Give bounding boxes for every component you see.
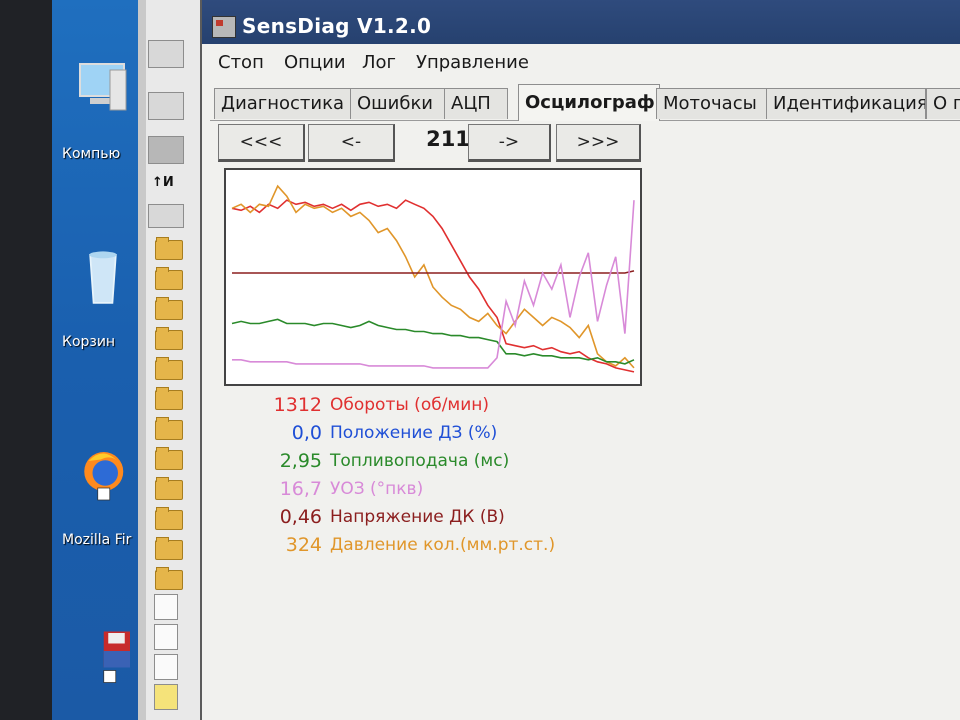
folder-icon[interactable] <box>155 387 183 410</box>
next-frame-button[interactable]: -> <box>468 124 551 162</box>
trace-line-1 <box>231 184 635 369</box>
legend-label: Положение ДЗ (%) <box>330 423 498 443</box>
legend-row-pressure: 324 Давление кол.(мм.рт.ст.) <box>246 534 646 560</box>
window-title: SensDiag V1.2.0 <box>242 14 432 38</box>
legend-label: Топливоподача (мс) <box>330 451 510 471</box>
legend-row-ignition: 16,7 УОЗ (°пкв) <box>246 478 646 504</box>
tab-oscilloscope[interactable]: Осцилограф <box>518 84 660 121</box>
legend-label: Обороты (об/мин) <box>330 395 490 415</box>
folder-icon[interactable] <box>155 447 183 470</box>
tab-bar: Диагностика Ошибки АЦП Осцилограф Моточа… <box>210 84 960 121</box>
monitor-bezel <box>0 0 52 720</box>
file-icon[interactable] <box>154 624 178 650</box>
tab-about[interactable]: О п <box>926 88 960 119</box>
app-icon[interactable] <box>212 16 236 38</box>
menu-stop[interactable]: Стоп <box>218 52 264 73</box>
first-frame-button[interactable]: <<< <box>218 124 305 162</box>
folder-icon[interactable] <box>155 237 183 260</box>
folder-icon[interactable] <box>155 477 183 500</box>
trace-line-3 <box>231 318 635 365</box>
folder-icon[interactable] <box>155 297 183 320</box>
oscilloscope-chart <box>224 168 642 386</box>
tab-errors[interactable]: Ошибки <box>350 88 446 119</box>
tab-motor-hours[interactable]: Моточасы <box>656 88 768 119</box>
tab-adc[interactable]: АЦП <box>444 88 508 119</box>
desktop-background: Компью Корзин Mozilla Fir <box>0 0 140 720</box>
file-panel: ↑И <box>138 0 201 720</box>
legend-row-rpm: 1312 Обороты (об/мин) <box>246 394 646 420</box>
legend-label: Давление кол.(мм.рт.ст.) <box>330 535 556 555</box>
drive-button[interactable] <box>148 40 184 68</box>
panel-strip <box>138 0 146 720</box>
folder-icon[interactable] <box>155 267 183 290</box>
folder-icon[interactable] <box>155 567 183 590</box>
tab-diagnostics[interactable]: Диагностика <box>214 88 352 119</box>
drive-button[interactable] <box>148 92 184 120</box>
computer-icon <box>79 63 127 111</box>
last-frame-button[interactable]: >>> <box>556 124 641 162</box>
legend-value: 0,0 <box>291 422 322 444</box>
menu-log[interactable]: Лог <box>362 52 396 73</box>
trace-line-4 <box>232 200 635 369</box>
trace-line-2 <box>232 270 635 274</box>
firefox-icon <box>84 452 124 501</box>
folder-icon[interactable] <box>155 417 183 440</box>
tab-identification[interactable]: Идентификация <box>766 88 926 119</box>
up-arrow-icon[interactable]: ↑И <box>152 175 174 190</box>
legend-value: 324 <box>285 534 322 556</box>
legend-value: 0,46 <box>279 506 322 528</box>
title-bar[interactable]: SensDiag V1.2.0 <box>202 0 960 44</box>
help-file-icon[interactable] <box>154 684 178 710</box>
folder-icon[interactable] <box>155 507 183 530</box>
legend-value: 16,7 <box>279 478 322 500</box>
menu-options[interactable]: Опции <box>284 52 346 73</box>
file-icon[interactable] <box>154 654 178 680</box>
folder-icon[interactable] <box>155 357 183 380</box>
legend-label: Напряжение ДК (В) <box>330 507 505 527</box>
menu-bar: Стоп Опции Лог Управление <box>202 48 960 78</box>
legend-row-fuel: 2,95 Топливоподача (мс) <box>246 450 646 476</box>
legend-label: УОЗ (°пкв) <box>330 479 424 499</box>
recycle-bin-icon <box>89 251 117 304</box>
sensdiag-window: SensDiag V1.2.0 Стоп Опции Лог Управлени… <box>200 0 960 720</box>
legend-value: 2,95 <box>279 450 322 472</box>
floppy-icon <box>103 631 130 683</box>
folder-icon[interactable] <box>155 537 183 560</box>
prev-frame-button[interactable]: <- <box>308 124 395 162</box>
frame-navigation: <<< <- 211 -> >>> <box>218 124 658 162</box>
menu-control[interactable]: Управление <box>416 52 529 73</box>
legend-value: 1312 <box>273 394 322 416</box>
file-icon[interactable] <box>154 594 178 620</box>
folder-icon[interactable] <box>155 327 183 350</box>
parent-folder-icon[interactable] <box>148 204 184 228</box>
legend-row-o2-voltage: 0,46 Напряжение ДК (В) <box>246 506 646 532</box>
legend-row-throttle: 0,0 Положение ДЗ (%) <box>246 422 646 448</box>
oscilloscope-plot <box>231 184 635 373</box>
drive-selector[interactable] <box>148 136 184 164</box>
